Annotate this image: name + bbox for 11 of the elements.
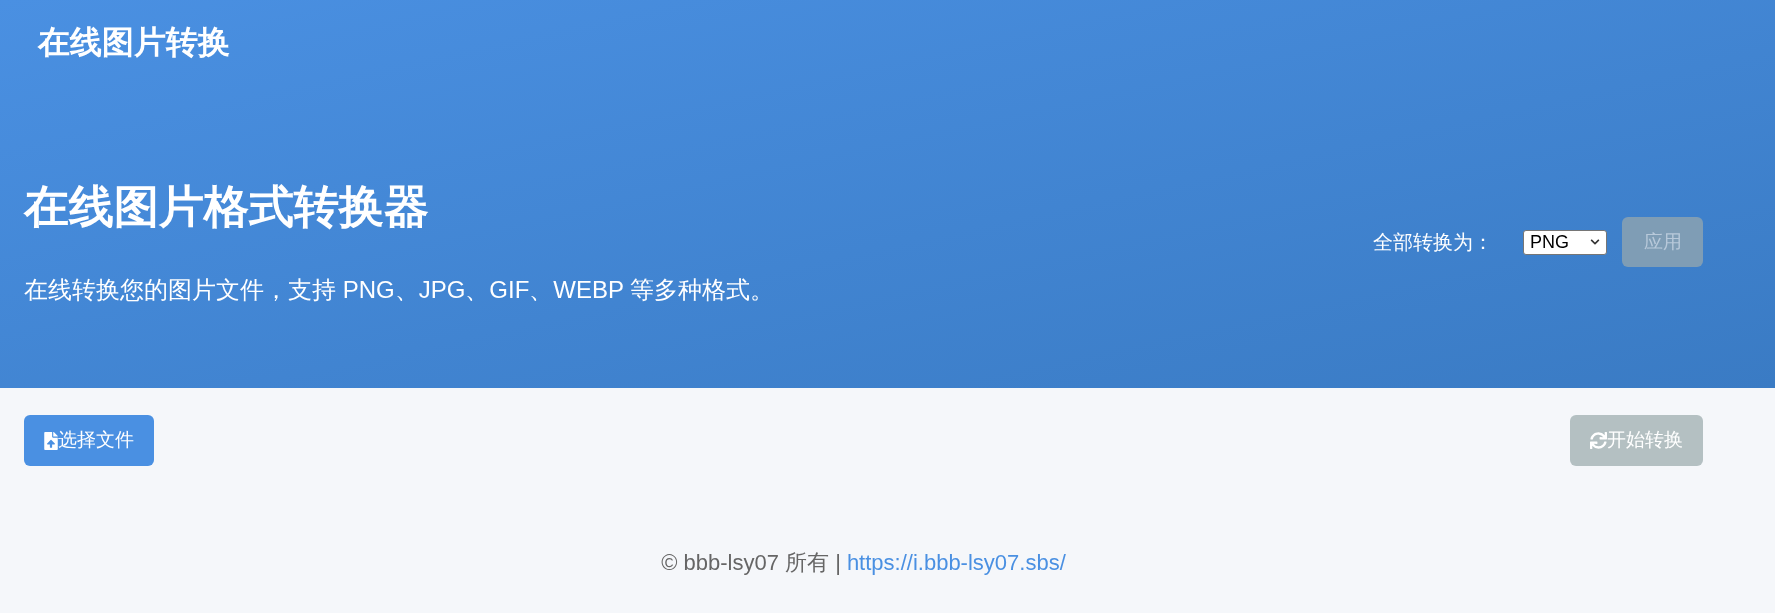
page-subtitle: 在线转换您的图片文件，支持 PNG、JPG、GIF、WEBP 等多种格式。 xyxy=(24,274,775,305)
convert-all-label: 全部转换为： xyxy=(1373,230,1493,255)
footer-link[interactable]: https://i.bbb-lsy07.sbs/ xyxy=(846,546,1066,579)
footer-copyright: © bbb-lsy07 所有 | xyxy=(661,549,841,577)
format-select[interactable]: PNG xyxy=(1523,229,1607,255)
chevron-down-icon xyxy=(1590,237,1600,247)
page-heading: 在线图片格式转换器 xyxy=(24,179,430,233)
site-title: 在线图片转换 xyxy=(38,26,230,58)
file-upload-icon xyxy=(44,431,58,450)
refresh-icon xyxy=(1590,432,1607,449)
choose-file-button[interactable]: 选择文件 xyxy=(24,415,154,466)
